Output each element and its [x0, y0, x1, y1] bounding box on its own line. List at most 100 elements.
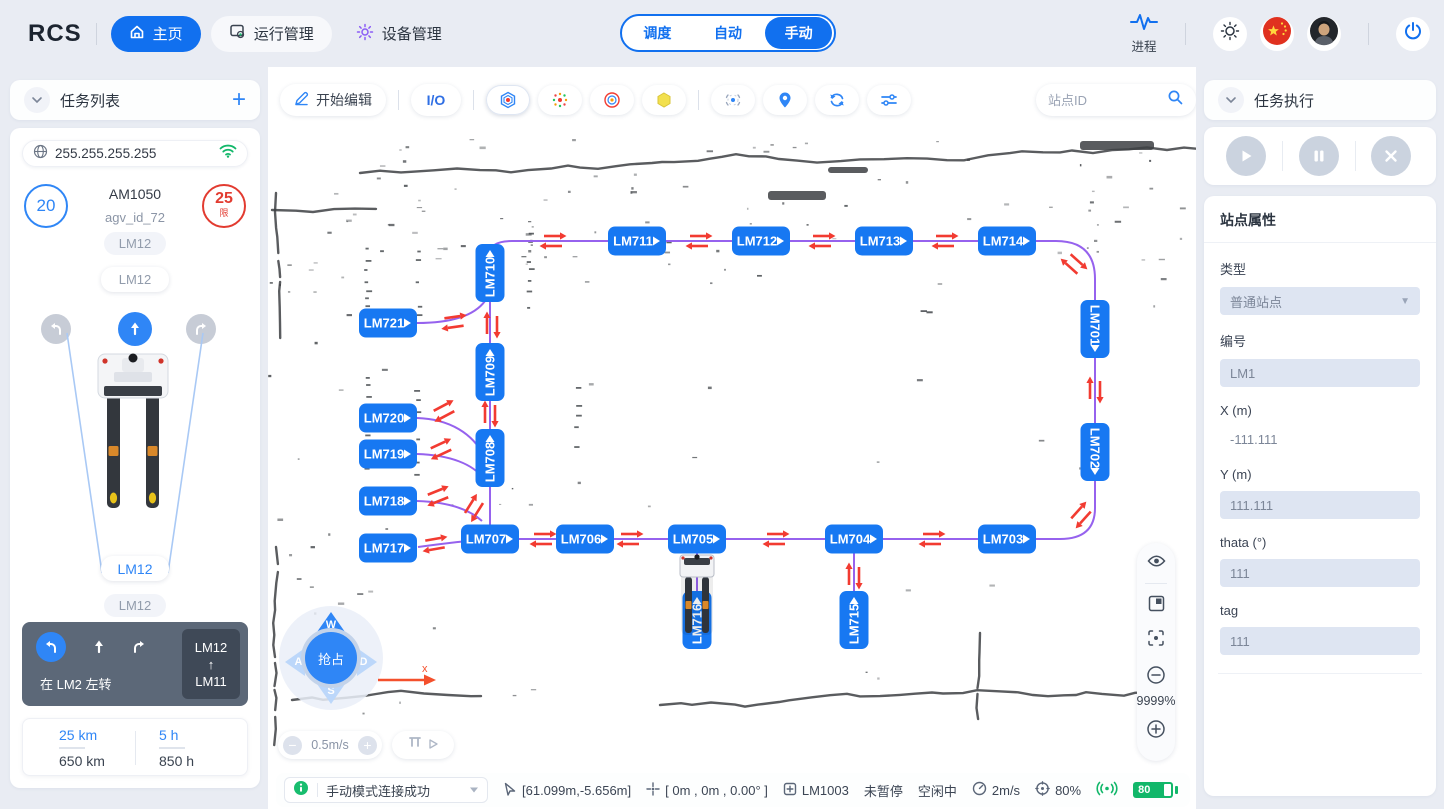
map-speckle [377, 178, 381, 180]
joystick-down[interactable]: S [317, 684, 345, 704]
map-station-LM714[interactable]: LM714 [978, 227, 1036, 256]
pause-task-button[interactable] [1299, 136, 1339, 176]
theme-button[interactable] [1213, 17, 1247, 51]
collapse-button[interactable] [24, 87, 50, 113]
seize-control-button[interactable]: 抢占 [305, 632, 357, 684]
mode-option-auto[interactable]: 自动 [695, 17, 762, 49]
add-task-button[interactable]: + [232, 90, 246, 110]
joystick-up[interactable]: W [317, 612, 345, 632]
status-message: 手动模式连接成功 [326, 781, 461, 800]
zoom-in-button[interactable] [1137, 719, 1175, 739]
field-value-input[interactable]: 111.111 [1220, 491, 1420, 519]
status-message-dropdown[interactable]: 手动模式连接成功 [284, 777, 488, 803]
zoom-out-button[interactable] [1137, 665, 1175, 685]
map-station-LM708[interactable]: LM708 [476, 429, 505, 487]
mode-option-dispatch[interactable]: 调度 [624, 17, 691, 49]
station-search-input[interactable] [1048, 93, 1167, 108]
x-axis-indicator: x [376, 663, 442, 689]
map-station-LM710[interactable]: LM710 [476, 244, 505, 302]
map-station-LM706[interactable]: LM706 [556, 525, 614, 554]
map-speckle [406, 146, 410, 148]
map-station-LM718[interactable]: LM718 [359, 487, 417, 516]
station-layer-button[interactable] [486, 85, 530, 115]
map-speckle [708, 387, 712, 390]
map-speckle [527, 291, 532, 293]
io-button[interactable]: I/O [411, 84, 461, 116]
refresh-button[interactable] [815, 85, 859, 115]
mode-option-manual[interactable]: 手动 [765, 17, 832, 49]
map-speckle [347, 314, 352, 316]
map-speckle [499, 504, 501, 505]
field-value-select[interactable]: 普通站点▼ [1220, 287, 1420, 315]
power-button[interactable] [1396, 17, 1430, 51]
speed-limit-dial[interactable]: 25 限 [202, 184, 246, 228]
map-station-LM704[interactable]: LM704 [825, 525, 883, 554]
map-speckle [574, 426, 579, 428]
map-canvas[interactable]: LM710 LM709 LM708 LM721 LM720 LM719 LM718 LM717… [268, 67, 1196, 809]
odometer-card: 25 km 650 km 5 h 850 h [22, 718, 248, 776]
robot-ip-field[interactable]: 255.255.255.255 [22, 140, 248, 167]
process-button[interactable]: 进程 [1130, 12, 1158, 55]
close-icon [1384, 149, 1398, 163]
joystick-left[interactable]: A [285, 648, 305, 676]
map-station-LM713[interactable]: LM713 [855, 227, 913, 256]
map-station-LM709[interactable]: LM709 [476, 343, 505, 401]
field-value-input[interactable]: LM1 [1220, 359, 1420, 387]
map-station-LM705[interactable]: LM705 [668, 525, 726, 554]
language-button[interactable] [1260, 17, 1294, 51]
distance-total: 650 km [59, 753, 105, 769]
map-station-LM715[interactable]: LM715 [840, 591, 869, 649]
map-station-LM719[interactable]: LM719 [359, 440, 417, 469]
start-edit-button[interactable]: 开始编辑 [280, 84, 386, 116]
plus-square-icon [783, 782, 797, 799]
divider [1368, 23, 1369, 45]
target-icon [1035, 781, 1050, 799]
scatter-layer-button[interactable] [538, 85, 582, 115]
field-value-input[interactable]: 111 [1220, 627, 1420, 655]
search-icon[interactable] [1167, 89, 1184, 111]
map-station-LM721[interactable]: LM721 [359, 309, 417, 338]
nav-item-home[interactable]: 主页 [111, 16, 201, 52]
radar-button[interactable] [711, 85, 755, 115]
joystick-right[interactable]: D [357, 648, 377, 676]
visibility-button[interactable] [1137, 553, 1175, 569]
field-value-input[interactable]: 111 [1220, 559, 1420, 587]
minimap-button[interactable] [1137, 595, 1175, 612]
map-speckle [576, 415, 582, 417]
map-speckle [298, 458, 300, 459]
joystick[interactable]: W A D S 抢占 [279, 606, 383, 710]
nav-item-devices[interactable]: 设备管理 [338, 16, 460, 52]
map-speckle [357, 593, 363, 595]
map-agv-forklift[interactable] [680, 554, 714, 635]
divider [398, 90, 399, 110]
fork-control[interactable] [392, 731, 454, 759]
user-avatar[interactable] [1307, 17, 1341, 51]
speed-status: 2m/s [972, 781, 1020, 799]
eye-icon [1147, 553, 1166, 569]
map-station-LM717[interactable]: LM717 [359, 534, 417, 563]
collapse-button[interactable] [1218, 87, 1244, 113]
map-speckle [568, 191, 571, 193]
map-speckle [938, 283, 943, 285]
cancel-task-button[interactable] [1371, 136, 1411, 176]
map-station-LM703[interactable]: LM703 [978, 525, 1036, 554]
zone-layer-button[interactable] [642, 85, 686, 115]
map-station-LM701[interactable]: LM701 [1081, 300, 1110, 358]
center-focus-button[interactable] [1137, 629, 1175, 647]
map-station-LM720[interactable]: LM720 [359, 404, 417, 433]
target-layer-button[interactable] [590, 85, 634, 115]
map-speckle [921, 310, 927, 312]
locate-button[interactable] [763, 85, 807, 115]
play-task-button[interactable] [1226, 136, 1266, 176]
speed-plus-button[interactable]: + [358, 736, 377, 755]
map-speckle [347, 221, 349, 222]
map-speckle [310, 586, 314, 587]
map-station-LM712[interactable]: LM712 [732, 227, 790, 256]
filter-button[interactable] [867, 85, 911, 115]
map-station-LM707[interactable]: LM707 [461, 525, 519, 554]
map-station-LM711[interactable]: LM711 [608, 227, 666, 256]
map-speckle [455, 188, 457, 190]
map-station-LM702[interactable]: LM702 [1081, 423, 1110, 481]
nav-item-operation[interactable]: 运行管理 [211, 16, 332, 52]
speed-minus-button[interactable]: − [283, 736, 302, 755]
